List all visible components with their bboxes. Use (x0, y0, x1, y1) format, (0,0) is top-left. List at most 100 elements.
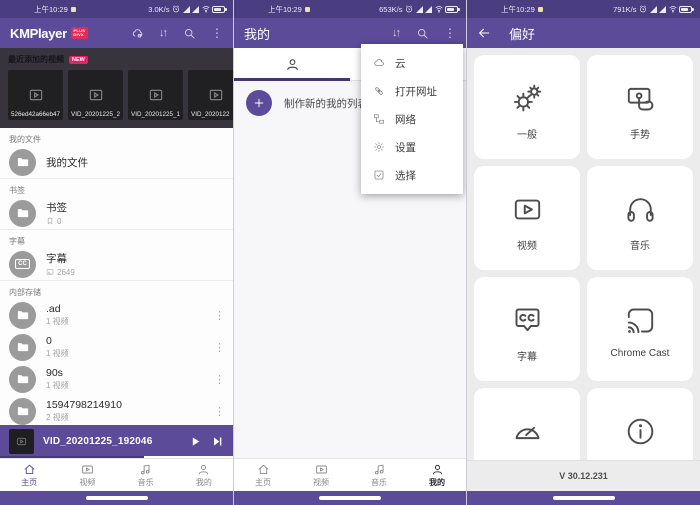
now-playing-bar[interactable]: VID_20201225_192046 (0, 425, 233, 458)
video-frame-icon (16, 436, 27, 447)
list-item-folder[interactable]: 0 1 视频 ⋮ (0, 331, 233, 363)
pref-card-label: 手势 (630, 126, 650, 141)
add-playlist-button[interactable] (246, 90, 272, 116)
nav-video[interactable]: 视频 (58, 459, 116, 491)
alarm-icon (172, 5, 180, 13)
pref-card-speedometer[interactable] (474, 388, 580, 460)
item-overflow-icon[interactable]: ⋮ (214, 341, 224, 354)
nav-video[interactable]: 视频 (292, 459, 350, 491)
signal-icon (425, 6, 432, 13)
cloud-settings-icon[interactable] (131, 27, 144, 40)
menu-item-cloud[interactable]: 云 (361, 49, 463, 77)
item-subtitle: 2 视频 (46, 412, 204, 423)
search-icon[interactable] (416, 27, 429, 40)
video-thumbnail-label: VID_20201225_2 (71, 111, 121, 118)
battery-icon (445, 6, 458, 13)
list-item-subtitles[interactable]: CC 字幕 2649 (0, 248, 233, 280)
pref-card-label: Chrome Cast (611, 348, 670, 359)
video-thumbnail[interactable]: VID_20201225_1 (128, 70, 183, 120)
nav-home[interactable]: 主页 (234, 459, 292, 491)
home-indicator[interactable] (319, 496, 381, 500)
item-overflow-icon[interactable]: ⋮ (214, 309, 224, 322)
gesture-bar (467, 491, 700, 505)
pref-card-label: 音乐 (630, 237, 650, 252)
pref-card-chromecast[interactable]: Chrome Cast (587, 277, 693, 381)
item-title: 书签 (46, 200, 224, 215)
sort-icon[interactable]: ↓↑ (159, 27, 168, 39)
nav-mine[interactable]: 我的 (175, 459, 233, 491)
video-thumbnail[interactable]: VID_2020122 (188, 70, 233, 120)
list-item-folder[interactable]: .ad 1 视频 ⋮ (0, 299, 233, 331)
back-button[interactable] (477, 26, 491, 40)
screen-mine: 上午10:29 653K/s 我的 ↓↑ ⋮ (233, 0, 466, 505)
overflow-menu-icon[interactable]: ⋮ (211, 27, 223, 39)
signal-icon (183, 6, 190, 13)
search-icon[interactable] (183, 27, 196, 40)
video-frame-icon (28, 87, 44, 103)
status-time: 上午10:29 (501, 4, 535, 15)
nav-home[interactable]: 主页 (0, 459, 58, 491)
menu-item-open-url[interactable]: 打开网址 (361, 77, 463, 105)
list-item-myfiles[interactable]: 我的文件 (0, 146, 233, 178)
item-title: 90s (46, 367, 204, 379)
menu-item-network[interactable]: 网络 (361, 105, 463, 133)
play-button[interactable] (189, 435, 202, 448)
person-icon (431, 463, 444, 476)
pref-card-subtitles[interactable]: 字幕 (474, 277, 580, 381)
item-overflow-icon[interactable]: ⋮ (214, 405, 224, 418)
list-item-bookmarks[interactable]: 书签 0 (0, 197, 233, 229)
screen-preferences: 上午10:29 791K/s 偏好 一般 手势 (466, 0, 700, 505)
item-subtitle: 1 视频 (46, 380, 204, 391)
skip-next-icon (211, 435, 224, 448)
battery-icon (212, 6, 225, 13)
sort-icon[interactable]: ↓↑ (392, 27, 401, 39)
status-notification-icon (71, 7, 76, 12)
signal-icon (650, 6, 657, 13)
video-thumbnail[interactable]: VID_20201225_2 (68, 70, 123, 120)
video-icon (81, 463, 94, 476)
pref-card-label: 一般 (517, 126, 537, 141)
video-thumbnail-label: VID_2020122 (191, 111, 233, 118)
video-thumbnail[interactable]: 526ed42a66eb47 (8, 70, 63, 120)
list-item-folder[interactable]: 90s 1 视频 ⋮ (0, 363, 233, 395)
menu-item-settings[interactable]: 设置 (361, 133, 463, 161)
nav-mine[interactable]: 我的 (408, 459, 466, 491)
pref-card-gestures[interactable]: 手势 (587, 55, 693, 159)
plus-icon (252, 96, 266, 110)
home-indicator[interactable] (553, 496, 615, 500)
wifi-icon (669, 5, 677, 13)
item-subtitle: 1 视频 (46, 316, 204, 327)
pref-card-label: 字幕 (517, 348, 537, 363)
home-indicator[interactable] (86, 496, 148, 500)
pref-card-music[interactable]: 音乐 (587, 166, 693, 270)
alarm-icon (405, 5, 413, 13)
item-overflow-icon[interactable]: ⋮ (214, 373, 224, 386)
bottom-nav: 主页 视频 音乐 我的 (0, 458, 233, 491)
nav-music[interactable]: 音乐 (117, 459, 175, 491)
gears-icon (511, 82, 544, 115)
menu-item-select[interactable]: 选择 (361, 161, 463, 189)
link-icon (373, 85, 385, 97)
video-frame-icon (208, 87, 224, 103)
nav-music[interactable]: 音乐 (350, 459, 408, 491)
pref-card-general[interactable]: 一般 (474, 55, 580, 159)
folder-icon (9, 149, 36, 176)
person-icon (285, 57, 300, 72)
speedometer-icon (511, 415, 544, 448)
overflow-menu-icon[interactable]: ⋮ (444, 27, 456, 39)
pref-card-video[interactable]: 视频 (474, 166, 580, 270)
app-bar: KMPlayer PLUS DIVX ↓↑ ⋮ (0, 18, 233, 48)
info-icon (624, 415, 657, 448)
music-icon (139, 463, 152, 476)
item-count: 0 (57, 217, 61, 226)
wifi-icon (435, 5, 443, 13)
list-item-folder[interactable]: 1594798214910 2 视频 ⋮ (0, 395, 233, 425)
page-title: 我的 (244, 24, 270, 43)
tab-my-list[interactable] (234, 48, 350, 80)
status-net-speed: 653K/s (379, 5, 402, 14)
item-title: 1594798214910 (46, 399, 204, 411)
skip-next-button[interactable] (211, 435, 224, 448)
pref-card-info[interactable] (587, 388, 693, 460)
gear-icon (373, 141, 385, 153)
folder-icon (9, 366, 36, 393)
